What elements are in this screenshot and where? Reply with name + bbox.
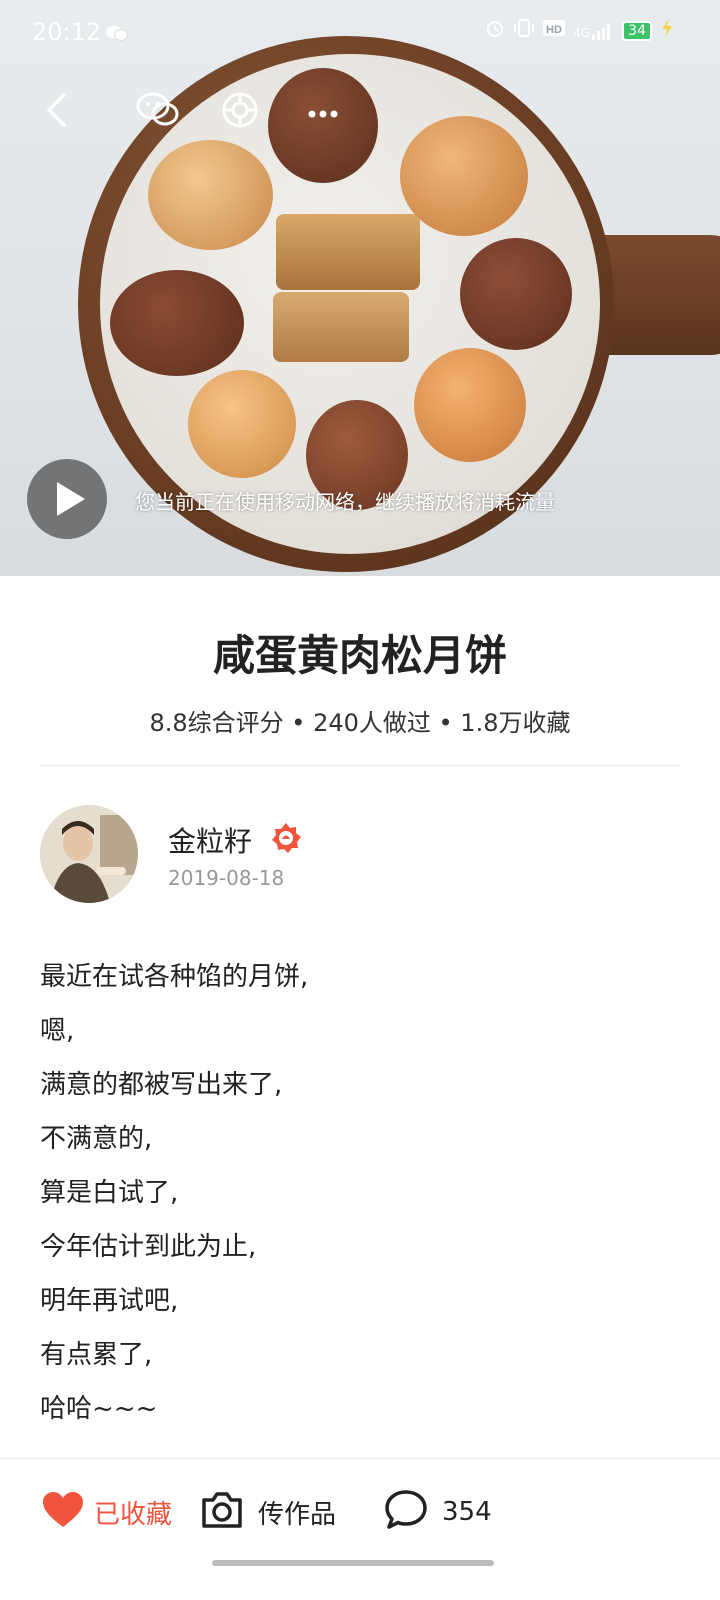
description-line: 嗯, — [40, 1016, 75, 1046]
mooncake — [460, 238, 572, 350]
mooncake-cut — [276, 214, 420, 290]
play-button[interactable] — [27, 459, 107, 539]
upload-work-button[interactable]: 传作品 — [200, 1462, 336, 1562]
description-line: 哈哈~~~ — [40, 1394, 158, 1424]
comment-button[interactable]: 354 — [384, 1462, 492, 1562]
heart-icon — [42, 1491, 84, 1533]
share-moments-button[interactable] — [210, 82, 270, 142]
signal-icon: 4G — [573, 22, 614, 40]
battery-icon: 34 — [622, 20, 652, 41]
status-icons: HD 4G 34 — [485, 18, 674, 43]
recipe-cover-image[interactable]: 20:12 HD 4G 34 您当前正在使用移动网络，继续播放将消耗流量 — [0, 0, 720, 576]
wechat-icon — [106, 24, 128, 46]
upload-work-label: 传作品 — [258, 1499, 337, 1530]
description-line: 满意的都被写出来了, — [40, 1070, 283, 1100]
avatar[interactable] — [40, 805, 138, 903]
comment-icon — [384, 1489, 428, 1535]
bottom-divider — [0, 1458, 720, 1459]
description-line: 明年再试吧, — [40, 1286, 179, 1316]
bottom-action-bar: 已收藏 传作品 354 — [0, 1462, 720, 1572]
mooncake — [110, 270, 244, 376]
status-time: 20:12 — [32, 18, 102, 46]
recipe-title: 咸蛋黄肉松月饼 — [212, 631, 507, 680]
description-line: 今年估计到此为止, — [40, 1232, 257, 1262]
description-line: 算是白试了, — [40, 1178, 179, 1208]
alarm-icon — [485, 18, 505, 43]
wechat-share-icon — [136, 91, 180, 133]
vibrate-icon — [513, 18, 535, 43]
post-date: 2019-08-18 — [168, 866, 285, 890]
recipe-stats: 8.8综合评分 • 240人做过 • 1.8万收藏 — [149, 709, 571, 737]
camera-icon — [200, 1490, 244, 1534]
description-line: 不满意的, — [40, 1124, 153, 1154]
chef-badge-icon — [270, 822, 302, 858]
description-line: 有点累了, — [40, 1340, 153, 1370]
home-indicator[interactable] — [212, 1560, 494, 1566]
favorite-button[interactable]: 已收藏 — [42, 1462, 172, 1562]
recipe-description: 最近在试各种馅的月饼, 嗯, 满意的都被写出来了, 不满意的, 算是白试了, 今… — [40, 950, 308, 1436]
more-button[interactable] — [293, 82, 353, 142]
mooncake — [188, 370, 296, 478]
svg-text:HD: HD — [546, 24, 562, 36]
status-bar: 20:12 HD 4G 34 — [0, 0, 720, 68]
more-icon — [308, 103, 338, 122]
author-name[interactable]: 金粒籽 — [168, 820, 252, 860]
mooncake — [414, 348, 526, 462]
mooncake-cut — [273, 292, 409, 362]
network-type: 4G — [573, 25, 591, 40]
hd-icon: HD — [543, 19, 566, 42]
favorite-label: 已收藏 — [94, 1499, 173, 1530]
divider — [40, 765, 680, 766]
share-wechat-button[interactable] — [128, 82, 188, 142]
back-icon — [44, 92, 68, 132]
back-button[interactable] — [26, 82, 86, 142]
comment-count: 354 — [442, 1497, 492, 1527]
mooncake — [148, 140, 273, 250]
moments-share-icon — [221, 91, 259, 133]
charging-icon — [660, 19, 674, 42]
network-notice: 您当前正在使用移动网络，继续播放将消耗流量 — [135, 490, 555, 514]
description-line: 最近在试各种馅的月饼, — [40, 962, 309, 992]
